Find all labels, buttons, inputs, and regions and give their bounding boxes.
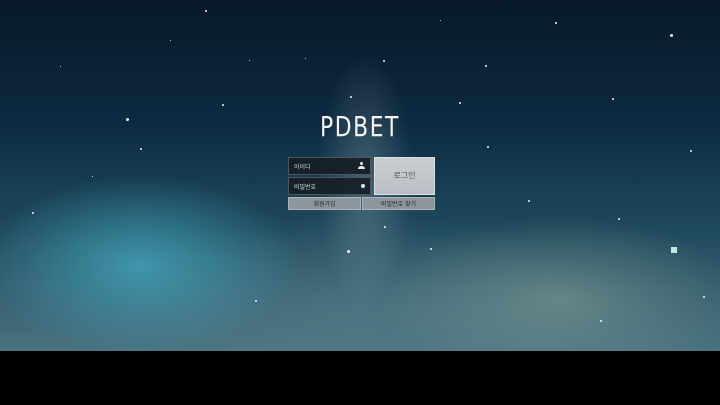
- star: [249, 60, 250, 61]
- lock-icon: [361, 184, 365, 188]
- star: [670, 34, 673, 37]
- id-input[interactable]: 아이디: [288, 157, 371, 175]
- signup-button[interactable]: 회원가입: [288, 197, 361, 210]
- star: [618, 218, 620, 220]
- star: [384, 226, 386, 228]
- star: [440, 20, 441, 21]
- star: [205, 10, 207, 12]
- login-form: 아이디 비밀번호 로그인 회원가입 비밀번호 찾기: [288, 157, 435, 210]
- star: [430, 248, 432, 250]
- star: [600, 320, 602, 322]
- star: [350, 96, 352, 98]
- star: [612, 98, 614, 100]
- star: [383, 60, 385, 62]
- star: [528, 200, 530, 202]
- user-icon: [358, 162, 365, 170]
- star: [555, 22, 557, 24]
- star: [703, 296, 705, 298]
- square-star: [671, 247, 677, 253]
- star: [347, 250, 350, 253]
- bottom-bar: [0, 351, 720, 405]
- login-button[interactable]: 로그인: [374, 157, 435, 195]
- star: [222, 104, 224, 106]
- password-input[interactable]: 비밀번호: [288, 177, 371, 195]
- star: [255, 300, 257, 302]
- star: [32, 212, 34, 214]
- star: [170, 40, 171, 41]
- star: [140, 148, 142, 150]
- star: [92, 176, 93, 177]
- star: [487, 146, 489, 148]
- brand-logo: PDBET: [320, 110, 400, 143]
- star: [459, 102, 461, 104]
- star: [485, 65, 487, 67]
- star: [60, 66, 61, 67]
- star: [690, 150, 692, 152]
- star: [126, 118, 129, 121]
- find-password-button[interactable]: 비밀번호 찾기: [362, 197, 435, 210]
- star: [305, 58, 306, 59]
- password-placeholder: 비밀번호: [294, 184, 317, 191]
- id-placeholder: 아이디: [294, 164, 311, 171]
